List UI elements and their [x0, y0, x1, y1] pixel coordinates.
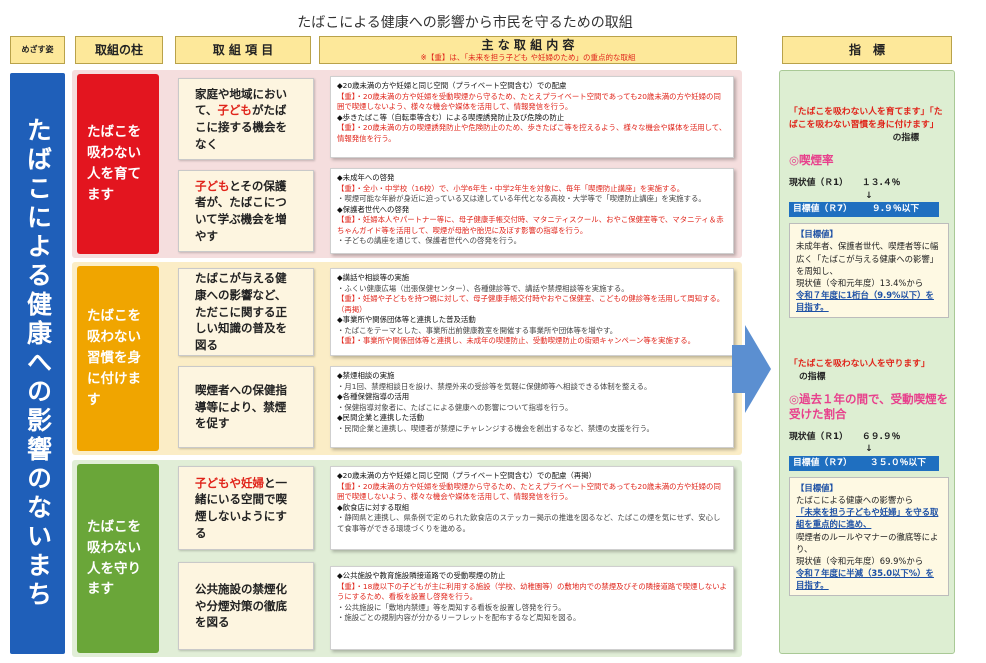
indicator-1-target: 目標値（Ｒ7） ９.９％以下 [789, 202, 939, 218]
item-2-red: 子ども [195, 178, 230, 193]
content-3-line: 【重】・妊婦や子どもを持つ親に対して、母子健康手帳交付時やおやこ保健室、こどもの… [337, 294, 725, 314]
flow-arrow-body [732, 345, 746, 393]
content-2-line: ・喫煙可能な年齢が身近に迫っている又は達している年代となる高校・大学等で「喫煙防… [337, 194, 706, 204]
indicator-1-basis-box: 【目標値】 未成年者、保護者世代、喫煙者等に幅広く「たばこが与える健康への影響」… [789, 223, 949, 319]
indicator-1-suffix: の指標 [892, 132, 919, 143]
indicator-2-target: 目標値（Ｒ7） ３５.０％以下 [789, 456, 939, 471]
item-5-red: 子どもや妊婦 [195, 475, 264, 490]
item-1-red: 子ども [217, 103, 252, 118]
content-1-line: ◆歩きたばこ等（自転車等含む）による喫煙誘発防止及び危険の防止 [337, 112, 565, 122]
content-5-line: ◆飲食店に対する取組 [337, 502, 410, 512]
content-5-line: ◆20歳未満の方や妊婦と同じ空間（プライベート空間含む）での配慮（再掲） [337, 471, 596, 480]
content-6-line: ・公共施設に「敷地内禁煙」等を周知する看板を設置し啓発を行う。 [337, 602, 566, 612]
indicator-2-basis-title: 【目標値】 [796, 482, 838, 493]
content-1: ◆20歳未満の方や妊婦と同じ空間（プライベート空間含む）での配慮 【重】・20歳… [330, 76, 734, 158]
item-4: 喫煙者への保健指導等により、禁煙を促す [178, 366, 314, 448]
header-content: 主 な 取 組 内 容 ※【重】は、「未来を担う子ども や妊婦のため」の重点的な… [319, 36, 737, 64]
indicator-2-basis-em: 「未来を担う子どもや妊婦」を守る取組を重点的に進め、 [796, 507, 939, 530]
indicator-1: 「たばこを吸わない人を育てます」「たばこを吸わない習慣を身に付けます」 の指標 … [789, 106, 949, 319]
content-3-line: ・たばこをテーマとした、事業所出前健康教室を開催する事業所や団体等を増やす。 [337, 325, 618, 335]
content-6-line: ・施設ごとの規制内容が分かるリーフレットを配布するなど周知を図る。 [337, 613, 581, 623]
indicator-1-arrow: ↓ [865, 190, 873, 201]
header-goal: めざす姿 [10, 36, 65, 64]
indicator-2-basis1b: 喫煙者のルールやマナーの徹底等により、 [796, 531, 939, 554]
indicator-1-target-value: ９.９％以下 [871, 204, 920, 215]
content-4-line: ◆各種保健指導の活用 [337, 392, 410, 402]
flow-arrow-icon [745, 325, 771, 413]
indicator-2-basis3: 令和７年度に半減（35.0以下%）を目指す。 [796, 568, 934, 591]
pillar-protect: たばこを吸わない人を守ります [77, 464, 159, 653]
content-5-line: 【重】・20歳未満の方や妊婦を受動喫煙から守るため、たとえプライベート空間であっ… [337, 481, 721, 502]
pillar-grow: たばこを吸わない人を育てます [77, 74, 159, 254]
content-4-line: ・月1回、禁煙相談日を設け、禁煙外来の受診等を気軽に保健師等へ相談できる体制を整… [337, 381, 652, 391]
header-content-note: ※【重】は、「未来を担う子ども や妊婦のため」の重点的な取組 [420, 52, 636, 62]
content-4-line: ◆民間企業と連携した活動 [337, 413, 424, 423]
content-3-line: ◆事業所や関係団体等と連携した普及活動 [337, 315, 476, 325]
header-content-label: 主 な 取 組 内 容 [481, 38, 575, 53]
content-6: ◆公共施設や教育施設隣接道路での受動喫煙の防止 【重】・18歳以下の子どもが主に… [330, 566, 734, 650]
indicator-2-basis2: 現状値（令和元年度）69.9%から [796, 555, 924, 566]
content-1-line: 【重】・20歳未満の方の喫煙誘発防止や危険防止のため、歩きたばこ等を控えるよう、… [337, 123, 727, 143]
indicator-1-current-value: １３.４％ [861, 177, 901, 188]
content-2-line: 【重】・妊婦本人やパートナー等に、母子健康手帳交付時、マタニティスクール、おやこ… [337, 215, 724, 235]
indicator-2-suffix: の指標 [799, 371, 826, 382]
indicator-2-basis-box: 【目標値】 たばこによる健康への影響から 「未来を担う子どもや妊婦」を守る取組を… [789, 476, 949, 597]
item-2: 子どもとその保護者が、たばこについて学ぶ機会を増やす [178, 170, 314, 252]
content-6-line: ◆公共施設や教育施設隣接道路での受動喫煙の防止 [337, 571, 506, 580]
indicator-2-target-label: 目標値（Ｒ7） [793, 458, 852, 469]
indicator-2-target-value: ３５.０％以下 [869, 458, 927, 469]
content-1-line: 【重】・20歳未満の方や妊婦を受動喫煙から守るため、たとえプライベート空間であっ… [337, 91, 721, 112]
indicator-2: 「たばこを吸わない人を守ります」 の指標 ◎過去１年の間で、受動喫煙を受けた割合… [789, 358, 949, 597]
content-2-line: ・子どもの講座を通じて、保護者世代への啓発を行う。 [337, 236, 521, 246]
content-4-line: ◆禁煙相談の実施 [337, 371, 395, 380]
indicator-2-name: ◎過去１年の間で、受動喫煙を受けた割合 [789, 391, 949, 422]
item-3: たばこが与える健康への影響など、ただこに関する正しい知識の普及を図る [178, 268, 314, 356]
content-4: ◆禁煙相談の実施 ・月1回、禁煙相談日を設け、禁煙外来の受診等を気軽に保健師等へ… [330, 366, 734, 448]
content-4-line: ・保健指導対象者に、たばこによる健康への影響について指導を行う。 [337, 402, 573, 412]
item-3-text: たばこが与える健康への影響など、ただこに関する正しい知識の普及を図る [195, 271, 287, 352]
item-5: 子どもや妊婦と一緒にいる空間で喫煙しないようにする [178, 466, 314, 550]
indicator-2-current-value: ６９.９％ [861, 431, 901, 442]
header-pillar: 取組の柱 [75, 36, 163, 64]
indicator-2-current-label: 現状値（Ｒ1） [789, 431, 848, 442]
indicator-1-basis2: 現状値（令和元年度）13.4%から [796, 277, 924, 288]
content-3-line: ◆講話や相談等の実施 [337, 273, 410, 282]
content-2-line: ◆保護者世代への啓発 [337, 204, 410, 214]
item-6: 公共施設の禁煙化や分煙対策の徹底を図る [178, 562, 314, 650]
indicator-2-basis: たばこによる健康への影響から [796, 494, 913, 505]
indicator-1-basis-title: 【目標値】 [796, 229, 838, 240]
content-5: ◆20歳未満の方や妊婦と同じ空間（プライベート空間含む）での配慮（再掲） 【重】… [330, 466, 734, 550]
content-1-line: ◆20歳未満の方や妊婦と同じ空間（プライベート空間含む）での配慮 [337, 81, 567, 90]
item-1: 家庭や地域において、子どもがたばこに接する機会をなく [178, 78, 314, 160]
goal-banner: たばこによる健康への影響のないまち [10, 73, 65, 654]
indicator-1-current-label: 現状値（Ｒ1） [789, 177, 848, 188]
content-3-line: 【重】・事業所や関係団体等と連携し、未成年の喫煙防止、受動喫煙防止の街頭キャンペ… [337, 336, 696, 346]
indicator-1-quote: 「たばこを吸わない人を育てます」「たばこを吸わない習慣を身に付けます」 [789, 107, 943, 130]
header-indicator: 指 標 [782, 36, 952, 64]
indicator-1-basis3: 令和７年度に1桁台（9.9%以下）を目指す。 [796, 290, 934, 313]
header-item: 取 組 項 目 [175, 36, 311, 64]
content-2: ◆未成年への啓発 【重】・全小・中学校（16校）で、小学6年生・中学2年生を対象… [330, 168, 734, 254]
content-2-line: 【重】・全小・中学校（16校）で、小学6年生・中学2年生を対象に、毎年「喫煙防止… [337, 183, 685, 193]
item-4-text: 喫煙者への保健指導等により、禁煙を促す [195, 382, 287, 431]
indicator-1-basis: 未成年者、保護者世代、喫煙者等に幅広く「たばこが与える健康への影響」を周知し、 [796, 241, 939, 276]
indicator-1-name: ◎喫煙率 [789, 153, 834, 168]
indicator-1-target-label: 目標値（Ｒ7） [793, 204, 852, 215]
content-3: ◆講話や相談等の実施 ・ふくい健康広場（出張保健センター）、各種健診等で、講話や… [330, 268, 734, 356]
pillar-habit: たばこを吸わない習慣を身に付けます [77, 266, 159, 451]
content-2-line: ◆未成年への啓発 [337, 173, 395, 182]
content-5-line: ・静岡県と連携し、県条例で定められた飲食店のステッカー掲示の推進を図るなど、たば… [337, 513, 721, 533]
page-title: たばこによる健康への影響から市民を守るための取組 [297, 15, 633, 31]
item-6-text: 公共施設の禁煙化や分煙対策の徹底を図る [195, 581, 287, 630]
content-6-line: 【重】・18歳以下の子どもが主に利用する施設（学校、幼稚園等）の敷地内での禁煙及… [337, 581, 727, 602]
indicator-2-quote: 「たばこを吸わない人を守ります」 [789, 359, 930, 369]
content-4-line: ・民間企業と連携し、喫煙者が禁煙にチャレンジする機会を創出するなど、禁煙の支援を… [337, 423, 654, 433]
indicator-2-arrow: ↓ [865, 444, 873, 455]
content-3-line: ・ふくい健康広場（出張保健センター）、各種健診等で、講話や禁煙相談等を実施する。 [337, 283, 629, 293]
